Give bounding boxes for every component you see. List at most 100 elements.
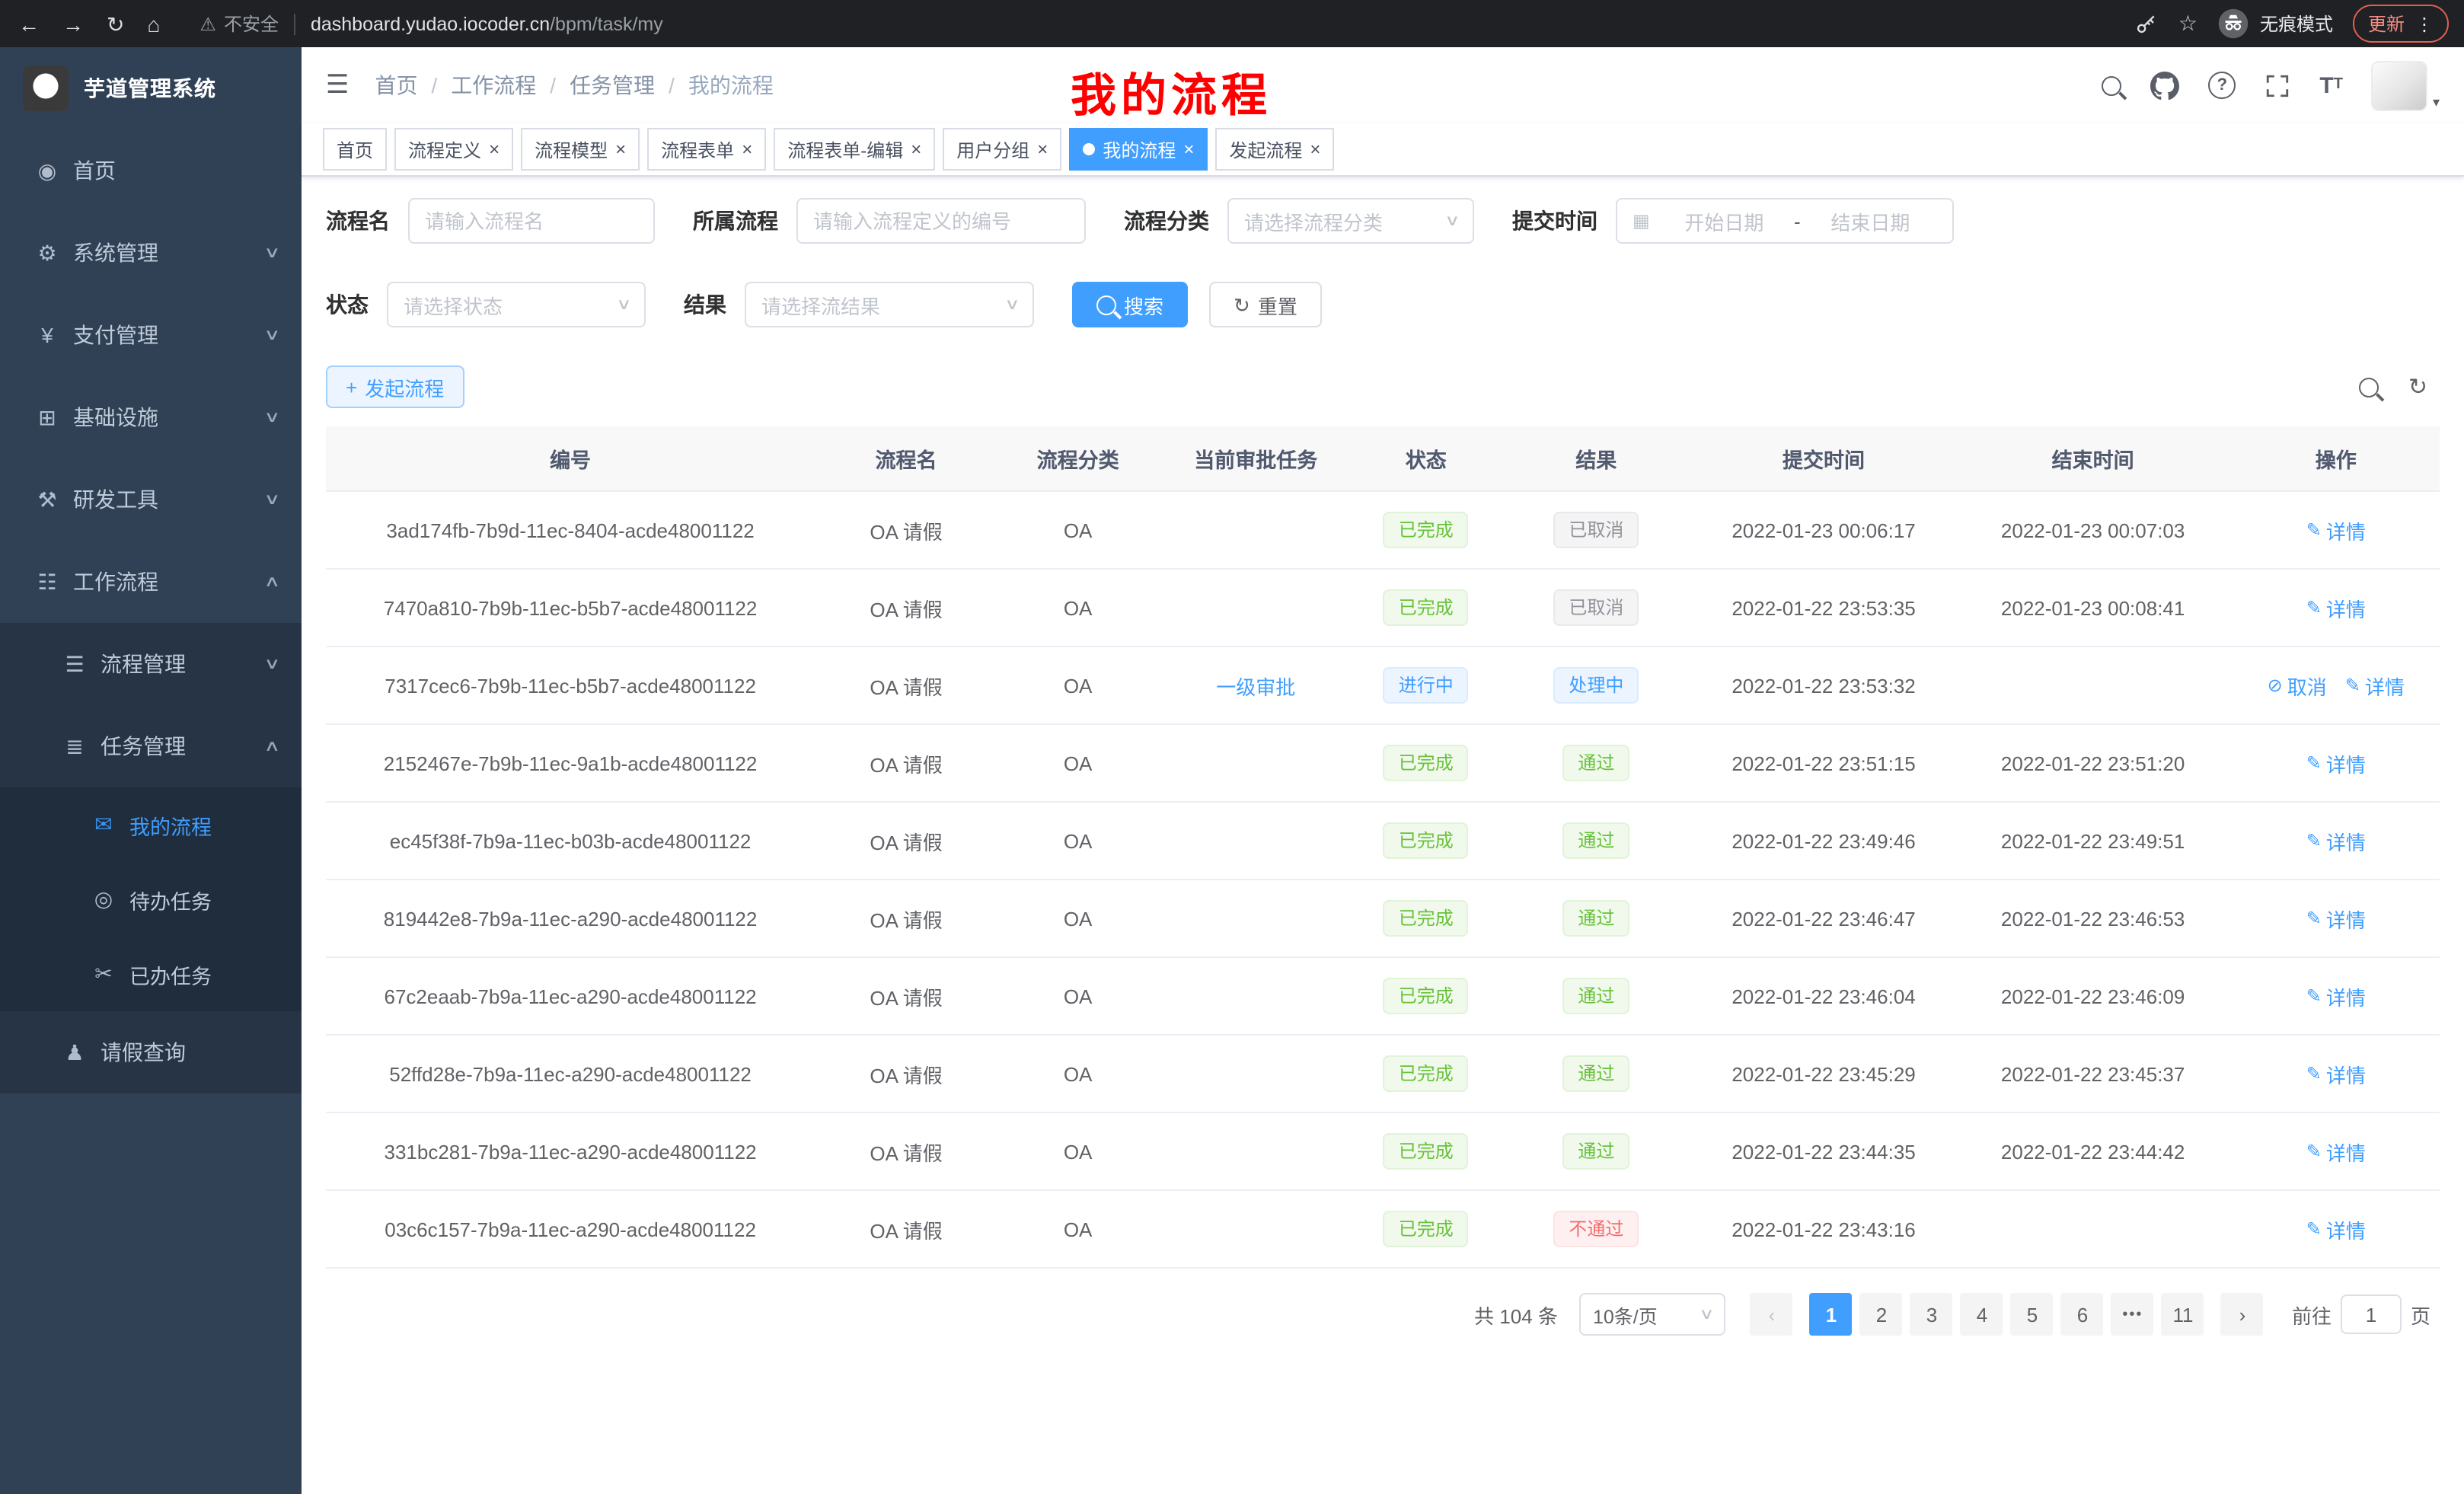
tab-process-form[interactable]: 流程表单×: [647, 128, 766, 171]
process-name-cell: OA 请假: [815, 491, 997, 569]
fullscreen-icon[interactable]: [2265, 72, 2290, 98]
current-task-link[interactable]: 一级审批: [1216, 675, 1295, 698]
sidebar-item-my-process[interactable]: ✉我的流程: [0, 787, 302, 862]
previous-page-button[interactable]: ‹: [1751, 1293, 1793, 1336]
search-icon[interactable]: [2102, 75, 2121, 95]
tab-home[interactable]: 首页: [323, 128, 387, 171]
page-button-1[interactable]: 1: [1810, 1293, 1853, 1336]
goto-page-input[interactable]: [2341, 1294, 2402, 1334]
page-button-2[interactable]: 2: [1860, 1293, 1903, 1336]
page-size-select[interactable]: 10条/页 ∨: [1579, 1293, 1725, 1336]
font-size-icon[interactable]: TT: [2319, 74, 2343, 97]
close-icon[interactable]: ×: [489, 140, 500, 158]
process-id-cell: 2152467e-7b9b-11ec-9a1b-acde48001122: [326, 724, 815, 802]
result-badge: 已取消: [1553, 589, 1639, 626]
detail-action-link[interactable]: ✎详情: [2306, 826, 2366, 855]
breadcrumb-item: 我的流程: [688, 70, 774, 101]
tab-process-form-edit[interactable]: 流程表单-编辑×: [774, 128, 935, 171]
close-icon[interactable]: ×: [911, 140, 921, 158]
status-cell: 已完成: [1353, 491, 1499, 569]
sidebar-item-home[interactable]: ◉首页: [0, 129, 302, 212]
breadcrumb-item[interactable]: 任务管理: [570, 70, 655, 101]
edit-icon: ✎: [2306, 519, 2322, 541]
forward-icon[interactable]: →: [62, 13, 84, 34]
sidebar-item-infrastructure[interactable]: ⊞基础设施∨: [0, 376, 302, 458]
process-definition-input[interactable]: [796, 198, 1086, 244]
refresh-table-icon[interactable]: ↻: [2408, 373, 2427, 401]
page-button-3[interactable]: 3: [1910, 1293, 1953, 1336]
search-button[interactable]: 搜索: [1072, 282, 1188, 327]
sidebar-item-done-task[interactable]: ✂已办任务: [0, 937, 302, 1011]
detail-action-link[interactable]: ✎详情: [2306, 1059, 2366, 1088]
start-process-button[interactable]: + 发起流程: [326, 366, 464, 408]
tab-process-model[interactable]: 流程模型×: [521, 128, 640, 171]
next-page-button[interactable]: ›: [2221, 1293, 2264, 1336]
process-name-cell: OA 请假: [815, 1190, 997, 1268]
edit-icon: ✎: [2306, 752, 2322, 774]
address-bar[interactable]: ⚠ 不安全 dashboard.yudao.iocoder.cn/bpm/tas…: [199, 11, 662, 37]
result-cell: 通过: [1499, 1035, 1693, 1113]
sidebar-item-payment[interactable]: ¥支付管理∨: [0, 294, 302, 376]
browser-nav-buttons: ← → ↻ ⌂: [0, 13, 175, 34]
close-icon[interactable]: ×: [742, 140, 752, 158]
breadcrumb-item[interactable]: 工作流程: [451, 70, 536, 101]
process-category-cell: OA: [997, 1113, 1158, 1190]
detail-action-link[interactable]: ✎详情: [2306, 904, 2366, 933]
help-icon[interactable]: ?: [2208, 72, 2236, 99]
table-header-row: 编号流程名流程分类当前审批任务状态结果提交时间结束时间操作: [326, 426, 2440, 491]
sidebar-toggle-icon[interactable]: ☰: [326, 70, 349, 101]
detail-action-link[interactable]: ✎详情: [2306, 1215, 2366, 1243]
cancel-action-link[interactable]: ⊘取消: [2268, 671, 2327, 700]
bookmark-star-icon[interactable]: ☆: [2178, 11, 2197, 37]
page-button-11[interactable]: 11: [2162, 1293, 2204, 1336]
github-icon[interactable]: [2150, 71, 2179, 100]
sidebar-item-process-management[interactable]: ☰流程管理∨: [0, 623, 302, 705]
active-tab-dot: [1083, 143, 1095, 155]
back-icon[interactable]: ←: [18, 13, 40, 34]
sidebar-item-devtools[interactable]: ⚒研发工具∨: [0, 458, 302, 541]
page-button-6[interactable]: 6: [2061, 1293, 2104, 1336]
sidebar-item-todo-task[interactable]: ◎待办任务: [0, 862, 302, 937]
tab-user-group[interactable]: 用户分组×: [943, 128, 1061, 171]
breadcrumb-item[interactable]: 首页: [375, 70, 418, 101]
tab-start-process[interactable]: 发起流程×: [1215, 128, 1334, 171]
security-warning-icon: ⚠: [199, 13, 216, 34]
result-select[interactable]: 请选择流结果 ∨: [745, 282, 1034, 327]
security-label: 不安全: [224, 11, 279, 37]
actions-cell: ✎详情: [2233, 1190, 2440, 1268]
process-name-input[interactable]: [408, 198, 655, 244]
page-button-5[interactable]: 5: [2011, 1293, 2054, 1336]
submit-time-range-picker[interactable]: ▦ 开始日期 - 结束日期: [1616, 198, 1954, 244]
close-icon[interactable]: ×: [615, 140, 626, 158]
detail-action-link[interactable]: ✎详情: [2306, 749, 2366, 777]
sidebar-item-task-management[interactable]: ≣任务管理∧: [0, 705, 302, 787]
close-icon[interactable]: ×: [1310, 140, 1320, 158]
detail-action-link[interactable]: ✎详情: [2306, 1137, 2366, 1166]
password-key-icon[interactable]: [2134, 11, 2159, 36]
sidebar-item-leave-query[interactable]: ♟请假查询: [0, 1011, 302, 1093]
detail-action-link[interactable]: ✎详情: [2306, 593, 2366, 622]
user-avatar-menu[interactable]: ▾: [2372, 60, 2440, 110]
update-button[interactable]: 更新 ⋮: [2353, 5, 2449, 43]
category-select[interactable]: 请选择流程分类 ∨: [1227, 198, 1474, 244]
close-icon[interactable]: ×: [1183, 140, 1194, 158]
detail-action-link[interactable]: ✎详情: [2306, 516, 2366, 544]
process-category-cell: OA: [997, 1190, 1158, 1268]
page-button-4[interactable]: 4: [1961, 1293, 2003, 1336]
browser-menu-icon[interactable]: ⋮: [2415, 14, 2434, 33]
status-select[interactable]: 请选择状态 ∨: [387, 282, 646, 327]
detail-action-link[interactable]: ✎详情: [2306, 982, 2366, 1010]
tab-my-process[interactable]: 我的流程×: [1069, 128, 1208, 171]
actions-cell: ✎详情: [2233, 802, 2440, 879]
reload-icon[interactable]: ↻: [107, 13, 124, 34]
reset-button[interactable]: ↻ 重置: [1209, 282, 1322, 327]
detail-action-link[interactable]: ✎详情: [2345, 671, 2405, 700]
close-icon[interactable]: ×: [1037, 140, 1048, 158]
toggle-search-icon[interactable]: [2360, 377, 2379, 397]
tab-process-definition[interactable]: 流程定义×: [394, 128, 513, 171]
browser-home-icon[interactable]: ⌂: [147, 13, 160, 34]
sidebar-item-system[interactable]: ⚙系统管理∨: [0, 212, 302, 294]
process-name-label: 流程名: [326, 206, 390, 236]
more-pages-button[interactable]: •••: [2111, 1293, 2154, 1336]
sidebar-item-workflow[interactable]: ☷工作流程∧: [0, 541, 302, 623]
